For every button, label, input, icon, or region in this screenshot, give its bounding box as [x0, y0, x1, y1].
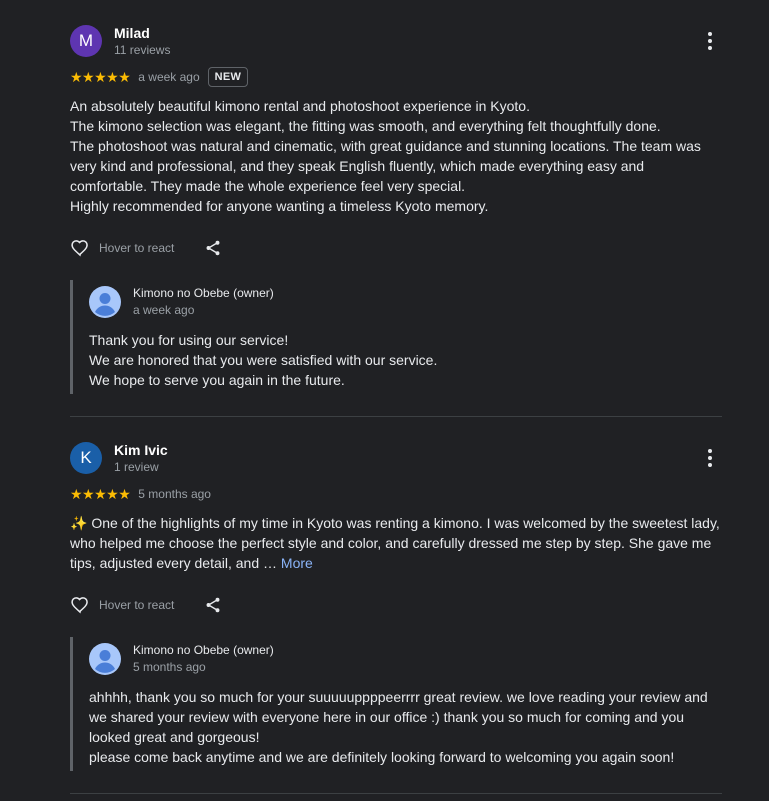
author-avatar[interactable]: K — [70, 442, 102, 474]
author-avatar[interactable]: M — [70, 25, 102, 57]
reply-text-line: We are honored that you were satisfied w… — [89, 352, 438, 368]
review-header: K Kim Ivic 1 review — [70, 441, 722, 475]
author-name[interactable]: Milad — [114, 25, 170, 42]
review-time: a week ago — [138, 70, 200, 84]
author-review-count: 1 review — [114, 459, 159, 474]
author-review-count: 11 reviews — [114, 42, 171, 57]
hover-to-react-label: Hover to react — [99, 241, 175, 255]
heart-icon[interactable] — [70, 238, 90, 258]
review-meta: ★★★★★ 5 months ago — [70, 483, 722, 505]
owner-avatar-icon — [89, 286, 121, 318]
owner-reply: Kimono no Obebe (owner) 5 months ago ahh… — [70, 637, 722, 771]
share-icon[interactable] — [204, 239, 222, 257]
owner-reply: Kimono no Obebe (owner) a week ago Thank… — [70, 280, 722, 394]
owner-name: Kimono no Obebe (owner) — [133, 643, 274, 657]
reply-text: ahhhh, thank you so much for your suuuuu… — [89, 687, 722, 767]
review-text-line: An absolutely beautiful kimono rental an… — [70, 98, 530, 114]
more-options-icon[interactable] — [704, 32, 716, 50]
review-actions: Hover to react — [70, 593, 722, 617]
share-icon[interactable] — [204, 596, 222, 614]
review-text-body: ✨ One of the highlights of my time in Ky… — [70, 515, 720, 571]
review-card: M Milad 11 reviews ★★★★★ a week ago NEW … — [70, 0, 722, 417]
more-options-icon[interactable] — [704, 449, 716, 467]
review-card: K Kim Ivic 1 review ★★★★★ 5 months ago ✨… — [70, 417, 722, 794]
reply-text-line: Thank you for using our service! — [89, 332, 289, 348]
reply-text-line: We hope to serve you again in the future… — [89, 372, 345, 388]
reply-time: 5 months ago — [133, 660, 206, 674]
owner-avatar-icon — [89, 643, 121, 675]
reply-time: a week ago — [133, 303, 195, 317]
review-meta: ★★★★★ a week ago NEW — [70, 66, 722, 88]
review-actions: Hover to react — [70, 236, 722, 260]
reply-text-line: ahhhh, thank you so much for your suuuuu… — [89, 689, 708, 745]
heart-icon[interactable] — [70, 595, 90, 615]
review-header: M Milad 11 reviews — [70, 24, 722, 58]
author-name[interactable]: Kim Ivic — [114, 442, 168, 459]
more-link[interactable]: More — [281, 555, 313, 571]
review-divider — [70, 793, 722, 794]
review-time: 5 months ago — [138, 487, 211, 501]
star-rating: ★★★★★ — [70, 68, 131, 85]
hover-to-react-label: Hover to react — [99, 598, 175, 612]
reply-text-line: please come back anytime and we are defi… — [89, 749, 675, 765]
new-badge: NEW — [207, 67, 249, 87]
owner-name: Kimono no Obebe (owner) — [133, 286, 274, 300]
review-text: ✨ One of the highlights of my time in Ky… — [70, 513, 722, 573]
review-text: An absolutely beautiful kimono rental an… — [70, 96, 722, 216]
review-text-line: Highly recommended for anyone wanting a … — [70, 198, 489, 214]
star-rating: ★★★★★ — [70, 485, 131, 502]
review-text-line: The photoshoot was natural and cinematic… — [70, 138, 701, 194]
review-text-line: The kimono selection was elegant, the fi… — [70, 118, 661, 134]
reply-text: Thank you for using our service! We are … — [89, 330, 722, 390]
